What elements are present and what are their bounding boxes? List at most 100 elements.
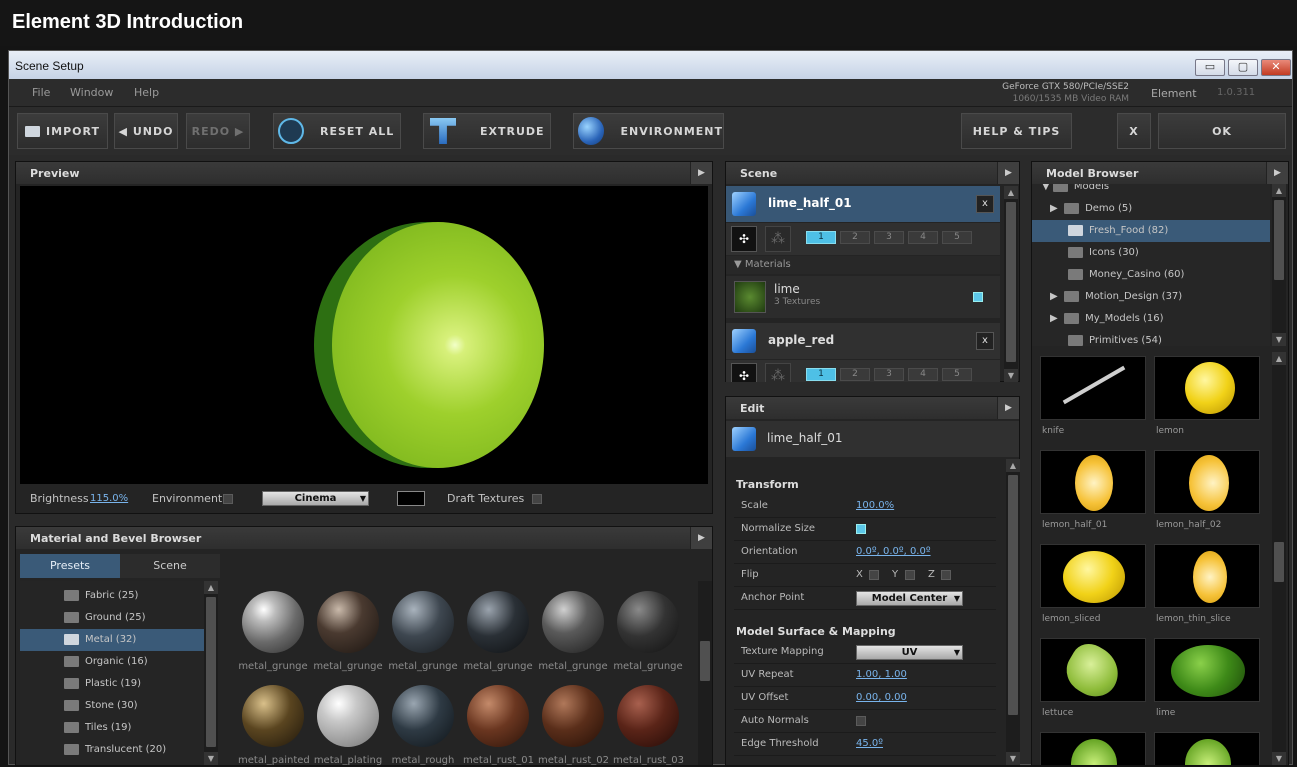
scroll-down-icon[interactable]: ▼ [1272,333,1286,346]
tree-root[interactable]: ▼ Models [1032,184,1270,198]
model-thumb-lemon[interactable] [1154,356,1260,420]
model-thumb-knife[interactable] [1040,356,1146,420]
panel-menu-arrow-icon[interactable]: ▶ [690,162,712,184]
ok-button[interactable]: OK [1158,113,1286,149]
tree-item-fresh-food[interactable]: Fresh_Food (82) [1032,220,1270,242]
scroll-thumb[interactable] [1274,542,1284,582]
scroll-thumb[interactable] [700,641,710,681]
help-tips-button[interactable]: HELP & TIPS [961,113,1072,149]
group-1-button[interactable]: 1 [806,368,836,381]
category-stone[interactable]: Stone (30) [20,695,204,717]
flip-x-checkbox[interactable] [869,570,879,580]
preview-viewport[interactable] [20,186,708,484]
tree-item-primitives[interactable]: Primitives (54) [1032,330,1270,346]
scene-object-lime[interactable]: lime_half_01 x [726,186,1000,222]
edit-scrollbar[interactable]: ▲ ▼ [1006,459,1020,765]
environment-button[interactable]: ENVIRONMENT [573,113,724,149]
panel-menu-arrow-icon[interactable]: ▶ [997,397,1019,419]
category-plastic[interactable]: Plastic (19) [20,673,204,695]
environment-checkbox[interactable] [223,494,233,504]
category-scrollbar[interactable]: ▲ ▼ [204,581,218,765]
model-thumb-lemon-half-02[interactable] [1154,450,1260,514]
material-thumb[interactable] [617,685,679,747]
group-2-button[interactable]: 2 [840,231,870,244]
material-thumb[interactable] [392,685,454,747]
particle-icon[interactable]: ✣ [731,363,757,382]
anchor-dropdown[interactable]: Model Center [856,591,963,606]
scroll-thumb[interactable] [1008,475,1018,715]
category-ground[interactable]: Ground (25) [20,607,204,629]
tab-scene[interactable]: Scene [120,554,220,578]
scroll-up-icon[interactable]: ▲ [1004,186,1018,199]
group-4-button[interactable]: 4 [908,231,938,244]
category-tiles[interactable]: Tiles (19) [20,717,204,739]
scale-value[interactable]: 100.0% [856,500,894,511]
scroll-up-icon[interactable]: ▲ [1272,184,1286,197]
auto-normals-checkbox[interactable] [856,716,866,726]
remove-object-button[interactable]: x [976,332,994,350]
group-3-button[interactable]: 3 [874,368,904,381]
group-3-button[interactable]: 3 [874,231,904,244]
material-thumb[interactable] [317,685,379,747]
category-metal[interactable]: Metal (32) [20,629,204,651]
scroll-down-icon[interactable]: ▼ [204,752,218,765]
uv-repeat-value[interactable]: 1.00, 1.00 [856,669,907,680]
category-organic[interactable]: Organic (16) [20,651,204,673]
model-thumb-lemon-half-01[interactable] [1040,450,1146,514]
brightness-value[interactable]: 115.0% [90,493,128,504]
scroll-thumb[interactable] [1274,200,1284,280]
model-tree-scrollbar[interactable]: ▲ ▼ [1272,184,1286,346]
model-grid-scrollbar[interactable]: ▲ ▼ [1272,352,1286,765]
category-translucent[interactable]: Translucent (20) [20,739,204,761]
tab-presets[interactable]: Presets [20,554,120,578]
tree-item-icons[interactable]: Icons (30) [1032,242,1270,264]
particle-icon[interactable]: ✣ [731,226,757,252]
group-2-button[interactable]: 2 [840,368,870,381]
flip-z-checkbox[interactable] [941,570,951,580]
model-thumb-lemon-sliced[interactable] [1040,544,1146,608]
material-grid-scrollbar[interactable] [698,581,712,765]
model-thumb-lettuce[interactable] [1040,637,1146,705]
extrude-button[interactable]: EXTRUDE [423,113,551,149]
scroll-down-icon[interactable]: ▼ [1006,752,1020,765]
scroll-thumb[interactable] [1006,202,1016,362]
panel-menu-arrow-icon[interactable]: ▶ [997,162,1019,184]
tree-item-demo[interactable]: ▶ Demo (5) [1032,198,1270,220]
flip-y-checkbox[interactable] [905,570,915,580]
material-thumb[interactable] [242,685,304,747]
tree-item-motion-design[interactable]: ▶ Motion_Design (37) [1032,286,1270,308]
material-visible-checkbox[interactable] [973,292,983,302]
edge-threshold-value[interactable]: 45.0º [856,738,883,749]
material-thumb[interactable] [542,591,604,653]
menu-window[interactable]: Window [70,86,113,99]
group-5-button[interactable]: 5 [942,368,972,381]
material-thumb[interactable] [467,685,529,747]
close-window-button[interactable]: ✕ [1261,59,1291,76]
model-thumb-lemon-thin-slice[interactable] [1154,544,1260,608]
remove-object-button[interactable]: x [976,195,994,213]
scroll-up-icon[interactable]: ▲ [1006,459,1020,472]
normalize-checkbox[interactable] [856,524,866,534]
material-item-lime[interactable]: lime 3 Textures [726,276,1000,318]
scroll-up-icon[interactable]: ▲ [1272,352,1286,365]
environment-dropdown[interactable]: Cinema [262,491,369,506]
replicator-icon[interactable]: ⁂ [765,226,791,252]
group-4-button[interactable]: 4 [908,368,938,381]
material-thumb[interactable] [467,591,529,653]
replicator-icon[interactable]: ⁂ [765,363,791,382]
group-5-button[interactable]: 5 [942,231,972,244]
material-thumb[interactable] [542,685,604,747]
model-thumb-partial[interactable] [1040,732,1146,765]
menu-file[interactable]: File [32,86,50,99]
tree-item-my-models[interactable]: ▶ My_Models (16) [1032,308,1270,330]
menu-help[interactable]: Help [134,86,159,99]
material-thumb[interactable] [317,591,379,653]
model-thumb-partial[interactable] [1154,732,1260,765]
uv-offset-value[interactable]: 0.00, 0.00 [856,692,907,703]
scene-scrollbar[interactable]: ▲ ▼ [1004,186,1018,382]
scroll-down-icon[interactable]: ▼ [1004,369,1018,382]
maximize-button[interactable]: ▢ [1228,59,1258,76]
draft-textures-checkbox[interactable] [532,494,542,504]
model-thumb-lime[interactable] [1154,638,1260,702]
panel-menu-arrow-icon[interactable]: ▶ [690,527,712,549]
